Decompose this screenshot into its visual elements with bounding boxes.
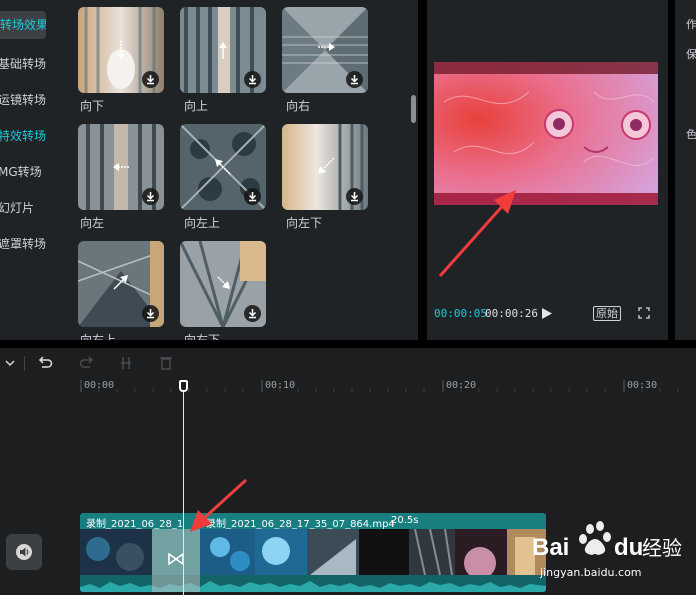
transition-tile[interactable]	[282, 7, 368, 93]
transition-tile[interactable]	[282, 124, 368, 210]
ruler-label: 00:30	[627, 380, 658, 391]
transition-tile[interactable]	[180, 7, 266, 93]
category-special-effects[interactable]: 特效转场	[0, 122, 54, 150]
transition-label: 向上	[184, 99, 209, 113]
audio-waveform	[80, 575, 546, 592]
transition-tile[interactable]	[78, 241, 164, 327]
transition-label: 向右下	[184, 333, 221, 340]
ruler-label: 00:00	[84, 380, 115, 391]
watermark-url: jingyan.baidu.com	[540, 566, 642, 579]
speaker-icon	[16, 544, 32, 560]
playhead-line	[183, 384, 184, 595]
transition-label: 向右上	[80, 333, 117, 340]
original-ratio-button[interactable]: 原始	[593, 306, 621, 321]
preview-panel: 00:00:05 00:00:26 原始	[427, 0, 668, 340]
watermark-brand-b: du	[614, 534, 643, 561]
clip-thumbnails	[80, 529, 546, 575]
toolbar-divider	[24, 356, 25, 371]
transition-marker[interactable]	[152, 529, 200, 592]
category-mask[interactable]: 遮罩转场	[0, 230, 54, 258]
category-slideshow[interactable]: 幻灯片	[0, 194, 54, 222]
category-mg[interactable]: MG转场	[0, 158, 54, 186]
transition-category-sidebar: 转场效果 基础转场 运镜转场 特效转场 MG转场 幻灯片 遮罩转场	[0, 0, 66, 340]
download-icon[interactable]	[142, 188, 159, 205]
category-transition-effects[interactable]: 转场效果	[0, 11, 46, 39]
properties-text: 作	[686, 18, 696, 31]
ruler-label: 00:20	[446, 380, 477, 391]
transition-tile[interactable]	[78, 124, 164, 210]
transition-label: 向左上	[184, 216, 221, 230]
watermark-brand-a: Bai	[532, 534, 569, 561]
total-time: 00:00:26	[485, 307, 538, 320]
properties-panel: 作 保 色	[675, 0, 696, 340]
properties-text: 色	[686, 128, 696, 141]
transition-tile[interactable]	[78, 7, 164, 93]
delete-icon[interactable]	[158, 355, 174, 371]
timeline-toolbar	[0, 348, 696, 378]
download-icon[interactable]	[346, 188, 363, 205]
clip-b-duration: 20.5s	[391, 515, 419, 526]
panel-divider	[418, 0, 427, 340]
current-time: 00:00:05	[434, 307, 487, 320]
category-camera[interactable]: 运镜转场	[0, 86, 54, 114]
transition-grid-panel: 向下 向上 向右 向左 向左上 向左下 向右上 向右下	[66, 0, 418, 340]
transition-tile[interactable]	[180, 241, 266, 327]
download-icon[interactable]	[142, 305, 159, 322]
transition-label: 向下	[80, 99, 105, 113]
download-icon[interactable]	[142, 71, 159, 88]
dropdown-icon[interactable]	[2, 355, 18, 371]
download-icon[interactable]	[346, 71, 363, 88]
clip-a-title: 录制_2021_06_28_1	[86, 519, 184, 530]
grid-scrollbar[interactable]	[411, 95, 416, 123]
transition-label: 向左	[80, 216, 105, 230]
track-audio-toggle[interactable]	[6, 534, 42, 570]
transition-tile[interactable]	[180, 124, 266, 210]
download-icon[interactable]	[244, 188, 261, 205]
undo-icon[interactable]	[37, 355, 53, 371]
transition-label: 向右	[286, 99, 311, 113]
transition-label: 向左下	[286, 216, 323, 230]
split-icon[interactable]	[118, 355, 134, 371]
fullscreen-icon[interactable]	[638, 307, 650, 319]
download-icon[interactable]	[244, 71, 261, 88]
annotation-arrow	[190, 478, 248, 532]
watermark-brand-c: 经验	[642, 536, 682, 560]
play-icon[interactable]	[541, 307, 553, 320]
video-track[interactable]: 录制_2021_06_28_1 录制_2021_06_28_17_35_07_8…	[80, 513, 546, 592]
playhead-handle[interactable]	[179, 380, 188, 392]
category-basic[interactable]: 基础转场	[0, 50, 54, 78]
time-ruler[interactable]: 00:00 00:10 00:20 00:30	[0, 378, 696, 394]
download-icon[interactable]	[244, 305, 261, 322]
ruler-label: 00:10	[265, 380, 296, 391]
properties-text: 保	[686, 48, 696, 61]
annotation-arrow	[438, 190, 516, 277]
redo-icon[interactable]	[79, 355, 95, 371]
